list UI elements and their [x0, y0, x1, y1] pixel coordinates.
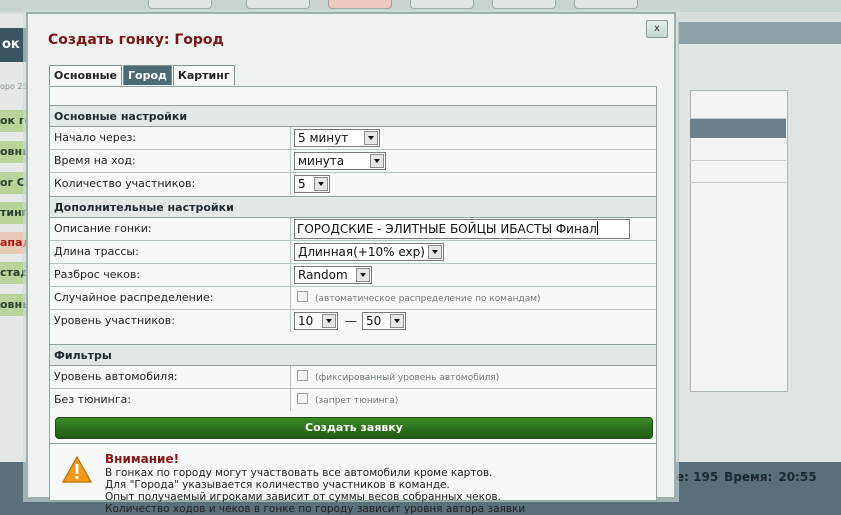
- warning-line: В гонках по городу могут участвовать все…: [105, 467, 493, 479]
- car-level-row: Уровень автомобиля: (фиксированный урове…: [50, 366, 656, 389]
- check-spread-value: Random: [298, 268, 348, 282]
- time-label: Время:: [724, 470, 773, 484]
- track-length-row: Длина трассы: Длинная(+10% exp): [50, 241, 656, 264]
- car-level-note: (фиксированный уровень автомобиля): [315, 373, 500, 383]
- chevron-down-icon: [370, 154, 384, 168]
- chevron-down-icon: [428, 245, 442, 259]
- background-right-header: [678, 22, 841, 44]
- row-divider: [290, 366, 291, 388]
- start-in-label: Начало через:: [54, 131, 137, 144]
- start-in-select[interactable]: 5 минут: [294, 129, 380, 147]
- time-value: 20:55: [778, 470, 817, 484]
- background-left-title: ок: [0, 28, 28, 62]
- basic-settings-heading: Основные настройки: [50, 105, 656, 127]
- background-right-row[interactable]: [690, 98, 786, 119]
- car-level-label: Уровень автомобиля:: [54, 370, 178, 383]
- warning-title: Внимание!: [105, 452, 180, 466]
- create-race-dialog: Создать гонку: Город x Основные Город Ка…: [26, 12, 676, 515]
- text-caret: [596, 221, 598, 235]
- move-time-label: Время на ход:: [54, 154, 136, 167]
- check-spread-label: Разброс чеков:: [54, 268, 141, 281]
- race-description-value: ГОРОДСКИЕ - ЭЛИТНЫЕ БОЙЦЫ ИБАСТЫ Финал: [297, 222, 597, 236]
- row-divider: [290, 389, 291, 411]
- move-time-value: минута: [298, 154, 345, 168]
- warning-icon: [62, 456, 92, 483]
- race-description-input[interactable]: ГОРОДСКИЕ - ЭЛИТНЫЕ БОЙЦЫ ИБАСТЫ Финал: [294, 219, 630, 239]
- chevron-down-icon: [356, 268, 370, 282]
- race-settings-form: Основные настройки Начало через: 5 минут…: [49, 86, 657, 515]
- move-time-row: Время на ход: минута: [50, 150, 656, 173]
- check-spread-row: Разброс чеков: Random: [50, 264, 656, 287]
- close-button[interactable]: x: [646, 20, 668, 38]
- random-distribution-row: Случайное распределение: (автоматическое…: [50, 287, 656, 310]
- level-label: Уровень участников:: [54, 314, 175, 327]
- no-tuning-row: Без тюнинга: (запрет тюнинга): [50, 389, 656, 412]
- level-row: Уровень участников: 10 — 50: [50, 310, 656, 333]
- background-right-row[interactable]: [690, 140, 786, 161]
- background-top-tab[interactable]: [574, 0, 638, 9]
- level-separator: —: [345, 314, 357, 328]
- check-spread-select[interactable]: Random: [294, 266, 372, 284]
- start-in-value: 5 минут: [298, 131, 349, 145]
- warning-box: Внимание! В гонках по городу могут участ…: [50, 443, 656, 515]
- chevron-down-icon: [322, 314, 336, 328]
- warning-line: Количество ходов и чеков в гонке по горо…: [105, 503, 526, 515]
- row-divider: [290, 173, 291, 195]
- no-tuning-label: Без тюнинга:: [54, 393, 132, 406]
- no-tuning-note: (запрет тюнинга): [315, 396, 399, 406]
- participants-select[interactable]: 5: [294, 175, 330, 193]
- race-type-tabs: Основные Город Картинг: [49, 65, 236, 86]
- move-time-select[interactable]: минута: [294, 152, 386, 170]
- warning-text: В гонках по городу могут участвовать все…: [105, 467, 525, 515]
- tab-city[interactable]: Город: [123, 65, 172, 85]
- background-top-tab[interactable]: [492, 0, 556, 9]
- background-status: е: 195 Время: 20:55: [676, 470, 841, 484]
- random-distribution-label: Случайное распределение:: [54, 291, 214, 304]
- chevron-down-icon: [314, 177, 328, 191]
- row-divider: [290, 264, 291, 286]
- row-divider: [290, 287, 291, 309]
- background-top-tab[interactable]: [148, 0, 212, 9]
- extra-settings-heading: Дополнительные настройки: [50, 196, 656, 218]
- level-max-select[interactable]: 50: [362, 312, 406, 330]
- row-divider: [290, 150, 291, 172]
- close-icon: x: [654, 23, 660, 34]
- description-label: Описание гонки:: [54, 222, 152, 235]
- chevron-down-icon: [364, 131, 378, 145]
- row-divider: [290, 127, 291, 149]
- random-distribution-checkbox[interactable]: [297, 291, 308, 302]
- level-min-select[interactable]: 10: [294, 312, 338, 330]
- participants-row: Количество участников: 5: [50, 173, 656, 196]
- row-divider: [290, 241, 291, 263]
- tab-basic[interactable]: Основные: [49, 65, 122, 85]
- background-top-tab[interactable]: [410, 0, 474, 9]
- row-divider: [290, 218, 291, 240]
- dialog-title: Создать гонку: Город: [48, 32, 224, 48]
- row-divider: [290, 310, 291, 332]
- participants-value: 5: [298, 177, 306, 191]
- warning-line: Для "Города" указывается количество учас…: [105, 479, 450, 491]
- car-level-checkbox[interactable]: [297, 370, 308, 381]
- random-distribution-note: (автоматическое распределение по команда…: [315, 294, 541, 304]
- participants-label: Количество участников:: [54, 177, 196, 190]
- level-max-value: 50: [366, 314, 382, 328]
- track-length-value: Длинная(+10% exp): [298, 245, 425, 259]
- description-row: Описание гонки: ГОРОДСКИЕ - ЭЛИТНЫЕ БОЙЦ…: [50, 218, 656, 241]
- track-length-label: Длина трассы:: [54, 245, 139, 258]
- race-count: е: 195: [676, 470, 719, 484]
- warning-line: Опыт получаемый игроками зависит от сумм…: [105, 491, 501, 503]
- create-request-button[interactable]: Создать заявку: [55, 417, 653, 439]
- start-in-row: Начало через: 5 минут: [50, 127, 656, 150]
- background-right-row-selected[interactable]: [690, 118, 786, 138]
- tab-karting[interactable]: Картинг: [172, 65, 235, 85]
- level-min-value: 10: [298, 314, 314, 328]
- no-tuning-checkbox[interactable]: [297, 393, 308, 404]
- background-top-tab[interactable]: [328, 0, 392, 9]
- background-right-row[interactable]: [690, 162, 786, 183]
- chevron-down-icon: [390, 314, 404, 328]
- filters-heading: Фильтры: [50, 344, 656, 366]
- background-top-tab[interactable]: [246, 0, 310, 9]
- track-length-select[interactable]: Длинная(+10% exp): [294, 243, 444, 261]
